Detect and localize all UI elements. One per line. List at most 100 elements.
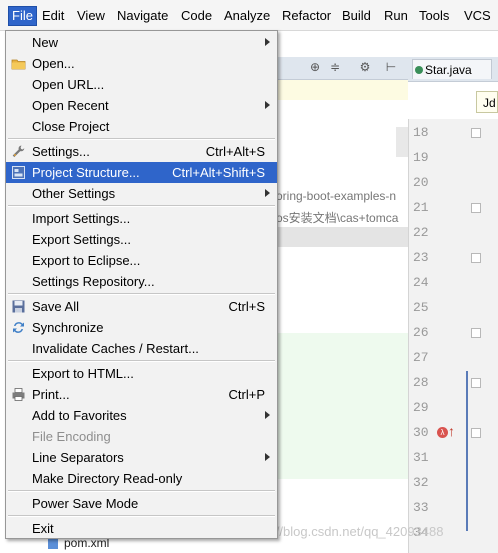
folder-icon <box>11 56 26 71</box>
submenu-arrow-icon <box>265 411 270 419</box>
menu-refactor[interactable]: Refactor <box>279 7 334 25</box>
arrow-up-icon: ↑ <box>448 423 455 439</box>
menu-item-label: Line Separators <box>32 450 124 465</box>
submenu-arrow-icon <box>265 453 270 461</box>
submenu-arrow-icon <box>265 38 270 46</box>
menu-navigate[interactable]: Navigate <box>114 7 171 25</box>
menu-item-invalidate-caches-restart[interactable]: Invalidate Caches / Restart... <box>6 338 277 359</box>
line-number: 29 <box>413 400 429 415</box>
fold-marker-icon[interactable] <box>471 253 481 263</box>
wrench-icon <box>11 144 26 159</box>
menu-item-power-save-mode[interactable]: Power Save Mode <box>6 493 277 514</box>
gear-icon[interactable]: ⚙ <box>358 60 372 74</box>
menu-item-project-structure[interactable]: Project Structure... Ctrl+Alt+Shift+S <box>6 162 277 183</box>
save-icon <box>11 299 26 314</box>
line-number: 28 <box>413 375 429 390</box>
menu-separator <box>8 360 275 362</box>
menu-tools[interactable]: Tools <box>416 7 452 25</box>
menu-item-label: Print... <box>32 387 70 402</box>
menu-edit[interactable]: Edit <box>39 7 67 25</box>
menu-code[interactable]: Code <box>178 7 215 25</box>
line-number: 25 <box>413 300 429 315</box>
maven-file-icon <box>48 538 58 550</box>
lambda-icon: λ <box>437 427 448 438</box>
menu-item-label: Power Save Mode <box>32 496 139 511</box>
menu-item-label: Export to Eclipse... <box>32 253 141 268</box>
menu-item-other-settings[interactable]: Other Settings <box>6 183 277 204</box>
menu-item-close-project[interactable]: Close Project <box>6 116 277 137</box>
menu-item-save-all[interactable]: Save All Ctrl+S <box>6 296 277 317</box>
menu-item-settings[interactable]: Settings... Ctrl+Alt+S <box>6 141 277 162</box>
collapse-icon[interactable]: ≑ <box>328 60 342 74</box>
menu-item-label: Settings Repository... <box>32 274 155 289</box>
editor-green-band <box>270 333 408 479</box>
menu-item-import-settings[interactable]: Import Settings... <box>6 208 277 229</box>
sync-icon <box>11 320 26 335</box>
editor-tabbar: Star.java <box>408 57 498 82</box>
menu-item-shortcut: Ctrl+Alt+Shift+S <box>172 165 265 180</box>
pin-icon[interactable]: ⊢ <box>384 60 398 74</box>
menu-item-exit[interactable]: Exit <box>6 518 277 539</box>
menu-item-new[interactable]: New <box>6 32 277 53</box>
menu-analyze[interactable]: Analyze <box>221 7 273 25</box>
fold-marker-icon[interactable] <box>471 378 481 388</box>
doc-tooltip: Jd <box>476 91 498 113</box>
tab-label: Star.java <box>425 63 472 77</box>
line-number: 32 <box>413 475 429 490</box>
project-structure-icon <box>11 165 26 180</box>
menu-item-synchronize[interactable]: Synchronize <box>6 317 277 338</box>
menu-item-label: New <box>32 35 59 50</box>
line-number: 27 <box>413 350 429 365</box>
submenu-arrow-icon <box>265 101 270 109</box>
menu-item-open-recent[interactable]: Open Recent <box>6 95 277 116</box>
menu-separator <box>8 138 275 140</box>
menu-run[interactable]: Run <box>381 7 411 25</box>
menu-item-label: Import Settings... <box>32 211 131 226</box>
menu-item-label: Open... <box>32 56 75 71</box>
menubar: File Edit View Navigate Code Analyze Refactor B… <box>0 0 498 31</box>
menu-item-export-settings[interactable]: Export Settings... <box>6 229 277 250</box>
fold-marker-icon[interactable] <box>471 328 481 338</box>
line-number: 30 <box>413 425 429 440</box>
project-path-text: oring-boot-examples-n <box>276 189 397 203</box>
menu-item-make-directory-read-only[interactable]: Make Directory Read-only <box>6 468 277 489</box>
fold-marker-icon[interactable] <box>471 128 481 138</box>
line-number: 31 <box>413 450 429 465</box>
target-icon[interactable]: ⊕ <box>308 60 322 74</box>
menu-item-label: Close Project <box>32 119 110 134</box>
menu-separator <box>8 205 275 207</box>
menu-item-open[interactable]: Open... <box>6 53 277 74</box>
menu-item-label: Make Directory Read-only <box>32 471 183 486</box>
override-marker[interactable]: λ ↑ <box>437 423 459 441</box>
file-menu-dropdown: New Open... Open URL... Open Recent Close Pr… <box>5 30 278 539</box>
menu-item-line-separators[interactable]: Line Separators <box>6 447 277 468</box>
menu-item-label: Export Settings... <box>32 232 131 247</box>
project-path-text-2: os安装文档\cas+tomca <box>276 211 399 225</box>
menu-view[interactable]: View <box>74 7 108 25</box>
menu-build[interactable]: Build <box>339 7 374 25</box>
menu-item-export-to-eclipse[interactable]: Export to Eclipse... <box>6 250 277 271</box>
menu-item-label: Settings... <box>32 144 90 159</box>
menu-item-add-to-favorites[interactable]: Add to Favorites <box>6 405 277 426</box>
line-number: 33 <box>413 500 429 515</box>
line-number: 19 <box>413 150 429 165</box>
line-number: 23 <box>413 250 429 265</box>
tree-selected-row <box>270 227 408 247</box>
tab-star-java[interactable]: Star.java <box>412 59 492 79</box>
menu-item-shortcut: Ctrl+P <box>228 387 265 402</box>
menu-item-export-to-html[interactable]: Export to HTML... <box>6 363 277 384</box>
menu-item-settings-repository[interactable]: Settings Repository... <box>6 271 277 292</box>
editor-toolbar: ⊕ ≑ ⚙ ⊢ <box>270 57 408 80</box>
menu-item-label: Synchronize <box>32 320 104 335</box>
editor-highlight-band <box>270 78 408 100</box>
line-number: 18 <box>413 125 429 140</box>
fold-marker-icon[interactable] <box>471 428 481 438</box>
line-number: 24 <box>413 275 429 290</box>
menu-item-open-url[interactable]: Open URL... <box>6 74 277 95</box>
menu-file[interactable]: File <box>8 6 37 26</box>
fold-marker-icon[interactable] <box>471 203 481 213</box>
method-scope-line <box>466 371 468 531</box>
menu-vcs[interactable]: VCS <box>461 7 494 25</box>
menu-item-print[interactable]: Print... Ctrl+P <box>6 384 277 405</box>
menu-item-label: Open URL... <box>32 77 105 92</box>
